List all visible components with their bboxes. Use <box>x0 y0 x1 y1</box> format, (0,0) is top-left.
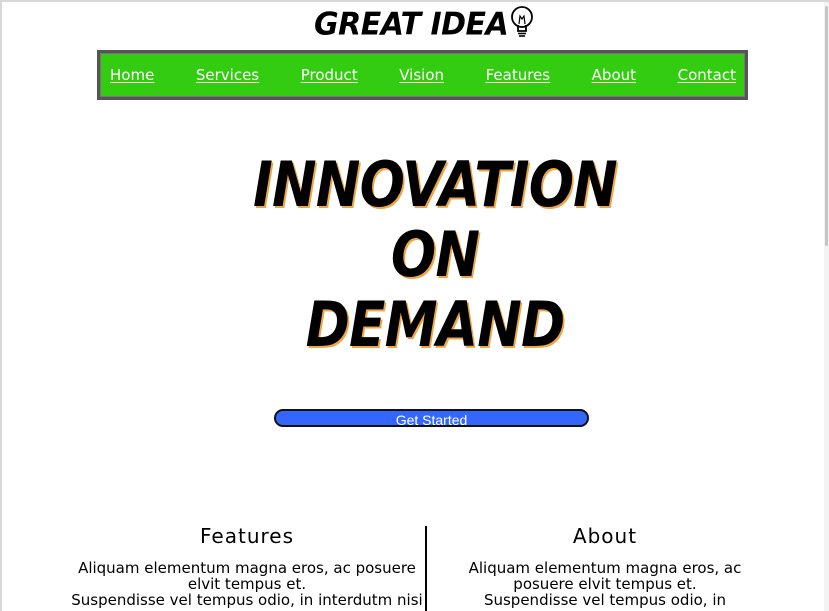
nav-home[interactable]: Home <box>110 66 154 84</box>
about-text-2: Suspendisse vel tempus odio, in <box>483 591 727 609</box>
nav-about[interactable]: About <box>592 66 636 84</box>
nav-services[interactable]: Services <box>196 66 259 84</box>
scrollbar-thumb[interactable] <box>825 6 828 246</box>
hero-line-2: ON <box>390 218 480 291</box>
hero-line-1: INNOVATION <box>253 148 618 221</box>
lightbulb-icon <box>511 6 534 37</box>
features-title: Features <box>200 524 294 548</box>
features-text-2: Suspendisse vel tempus odio, in interdut… <box>71 591 423 609</box>
about-title: About <box>572 524 638 548</box>
nav-contact[interactable]: Contact <box>678 66 736 84</box>
hero-line-3: DEMAND <box>305 288 566 361</box>
features-text-1: Aliquam elementum magna eros, ac posuere… <box>78 559 416 593</box>
features-section: Features Aliquam elementum magna eros, a… <box>62 522 432 608</box>
get-started-button[interactable]: Get Started <box>274 409 589 428</box>
hero-heading: INNOVATION ON DEMAND <box>200 150 670 360</box>
column-divider <box>425 526 427 611</box>
nav-features[interactable]: Features <box>486 66 551 84</box>
vertical-scrollbar[interactable] <box>824 2 829 611</box>
about-text-1: Aliquam elementum magna eros, ac posuere… <box>468 559 742 593</box>
window-frame-top <box>0 0 829 2</box>
site-logo[interactable]: GREAT IDEA <box>314 6 535 44</box>
nav-product[interactable]: Product <box>301 66 358 84</box>
window-frame-left <box>0 0 2 611</box>
logo-text: GREAT IDEA <box>314 6 509 43</box>
about-section: About Aliquam elementum magna eros, ac p… <box>460 522 750 608</box>
nav-vision[interactable]: Vision <box>399 66 444 84</box>
main-nav: Home Services Product Vision Features Ab… <box>97 50 748 100</box>
